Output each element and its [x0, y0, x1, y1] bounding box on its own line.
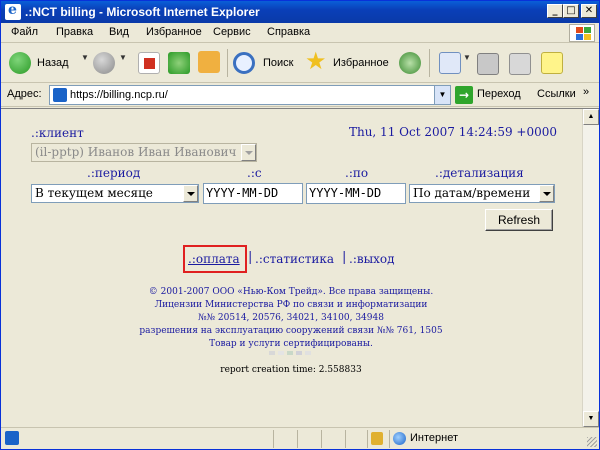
- status-cell: [321, 430, 343, 448]
- page-viewport: .:клиент Thu, 11 Oct 2007 14:24:59 +0000…: [1, 108, 599, 427]
- chevron-down-icon: [183, 185, 198, 202]
- back-dropdown-icon[interactable]: ▼: [81, 53, 89, 62]
- mail-icon[interactable]: [439, 52, 461, 74]
- security-zone: Интернет: [410, 432, 458, 444]
- globe-icon: [393, 432, 406, 445]
- address-bar: Адрес: https://billing.ncp.ru/ ▼ → Перех…: [1, 83, 599, 107]
- nav-separator: |: [342, 250, 347, 265]
- search-button[interactable]: Поиск: [233, 51, 297, 75]
- print-icon[interactable]: [477, 53, 499, 75]
- vertical-scrollbar[interactable]: ▲ ▼: [582, 109, 599, 427]
- nav-pay-link[interactable]: .:оплата: [188, 252, 240, 266]
- menu-tools[interactable]: Сервис: [213, 26, 251, 38]
- menu-edit[interactable]: Правка: [56, 26, 93, 38]
- star-icon: ★: [305, 47, 327, 75]
- detail-select[interactable]: По датам/времени: [409, 184, 555, 203]
- page-status-icon: [5, 431, 19, 445]
- back-arrow-icon: [9, 52, 31, 74]
- menu-help[interactable]: Справка: [267, 26, 310, 38]
- current-datetime: Thu, 11 Oct 2007 14:24:59 +0000: [348, 125, 557, 139]
- detail-label: .:детализация: [435, 166, 524, 180]
- maximize-button[interactable]: □: [563, 4, 579, 18]
- resize-grip-icon[interactable]: [587, 437, 597, 447]
- toolbar-separator: [429, 49, 430, 77]
- status-cell: [345, 430, 367, 448]
- address-url: https://billing.ncp.ru/: [70, 89, 168, 101]
- browser-window: .:NCT billing - Microsoft Internet Explo…: [0, 0, 600, 450]
- windows-logo-icon: [569, 24, 595, 42]
- client-label: .:клиент: [31, 126, 84, 140]
- license-numbers-line: №№ 20514, 20576, 34021, 34100, 34948: [198, 313, 384, 323]
- permissions-line: разрешения на эксплуатацию сооружений св…: [139, 326, 443, 336]
- status-bar: Интернет: [1, 427, 599, 449]
- refresh-icon[interactable]: [168, 52, 190, 74]
- address-dropdown-icon[interactable]: ▼: [434, 86, 450, 104]
- menu-favorites[interactable]: Избранное: [146, 26, 202, 38]
- status-cell: [273, 430, 295, 448]
- status-cell: [297, 430, 319, 448]
- window-title: .:NCT billing - Microsoft Internet Explo…: [25, 5, 260, 19]
- to-label: .:по: [345, 166, 369, 180]
- lock-icon: [371, 432, 383, 445]
- favorites-button[interactable]: ★ Избранное: [305, 47, 395, 75]
- page-favicon-icon: [53, 88, 67, 102]
- menu-view[interactable]: Вид: [109, 26, 129, 38]
- mail-dropdown-icon[interactable]: ▼: [463, 53, 471, 62]
- close-button[interactable]: ✕: [581, 4, 597, 18]
- chevron-down-icon: [539, 185, 554, 202]
- address-input[interactable]: https://billing.ncp.ru/ ▼: [49, 85, 451, 105]
- nav-exit-link[interactable]: .:выход: [349, 252, 395, 266]
- back-button[interactable]: Назад: [9, 51, 87, 75]
- go-arrow-icon: →: [455, 86, 473, 104]
- search-icon: [233, 52, 255, 74]
- chevron-down-icon: [241, 144, 256, 161]
- scroll-down-icon[interactable]: ▼: [583, 411, 599, 427]
- history-icon[interactable]: [399, 52, 421, 74]
- certification-line: Товар и услуги сертифицированы.: [209, 339, 373, 349]
- refresh-button[interactable]: Refresh: [485, 209, 553, 231]
- links-button[interactable]: Ссылки: [537, 88, 576, 100]
- nav-stats-link[interactable]: .:статистика: [255, 252, 334, 266]
- copyright-line: © 2001-2007 ООО «Нью-Ком Трейд». Все пра…: [148, 287, 434, 297]
- title-bar: .:NCT billing - Microsoft Internet Explo…: [1, 1, 599, 23]
- menu-file[interactable]: Файл: [11, 26, 38, 38]
- home-icon[interactable]: [198, 51, 220, 73]
- report-creation-time: report creation time: 2.558833: [220, 365, 362, 375]
- stop-icon[interactable]: [138, 52, 160, 74]
- client-select[interactable]: (il-pptp) Иванов Иван Иванович: [31, 143, 257, 162]
- links-chevron-icon[interactable]: »: [583, 86, 589, 98]
- to-date-input[interactable]: YYYY-MM-DD: [306, 183, 406, 204]
- forward-button[interactable]: [93, 52, 115, 74]
- address-label: Адрес:: [7, 88, 42, 100]
- period-label: .:период: [87, 166, 141, 180]
- toolbar: Назад ▼ ▼ Поиск ★ Избранное ▼: [1, 43, 599, 83]
- from-date-input[interactable]: YYYY-MM-DD: [203, 183, 303, 204]
- edit-icon[interactable]: [509, 53, 531, 75]
- license-line: Лицензии Министерства РФ по связи и инфо…: [154, 300, 428, 310]
- billing-page: .:клиент Thu, 11 Oct 2007 14:24:59 +0000…: [1, 109, 581, 427]
- from-label: .:с: [247, 166, 262, 180]
- ie-icon: [5, 2, 21, 20]
- toolbar-separator: [227, 49, 228, 77]
- scroll-up-icon[interactable]: ▲: [583, 109, 599, 125]
- messenger-icon[interactable]: [541, 52, 563, 74]
- minimize-button[interactable]: _: [547, 4, 563, 18]
- menu-bar: Файл Правка Вид Избранное Сервис Справка: [1, 23, 599, 43]
- forward-dropdown-icon[interactable]: ▼: [119, 53, 127, 62]
- period-select[interactable]: В текущем месяце: [31, 184, 199, 203]
- nav-separator: |: [248, 250, 253, 265]
